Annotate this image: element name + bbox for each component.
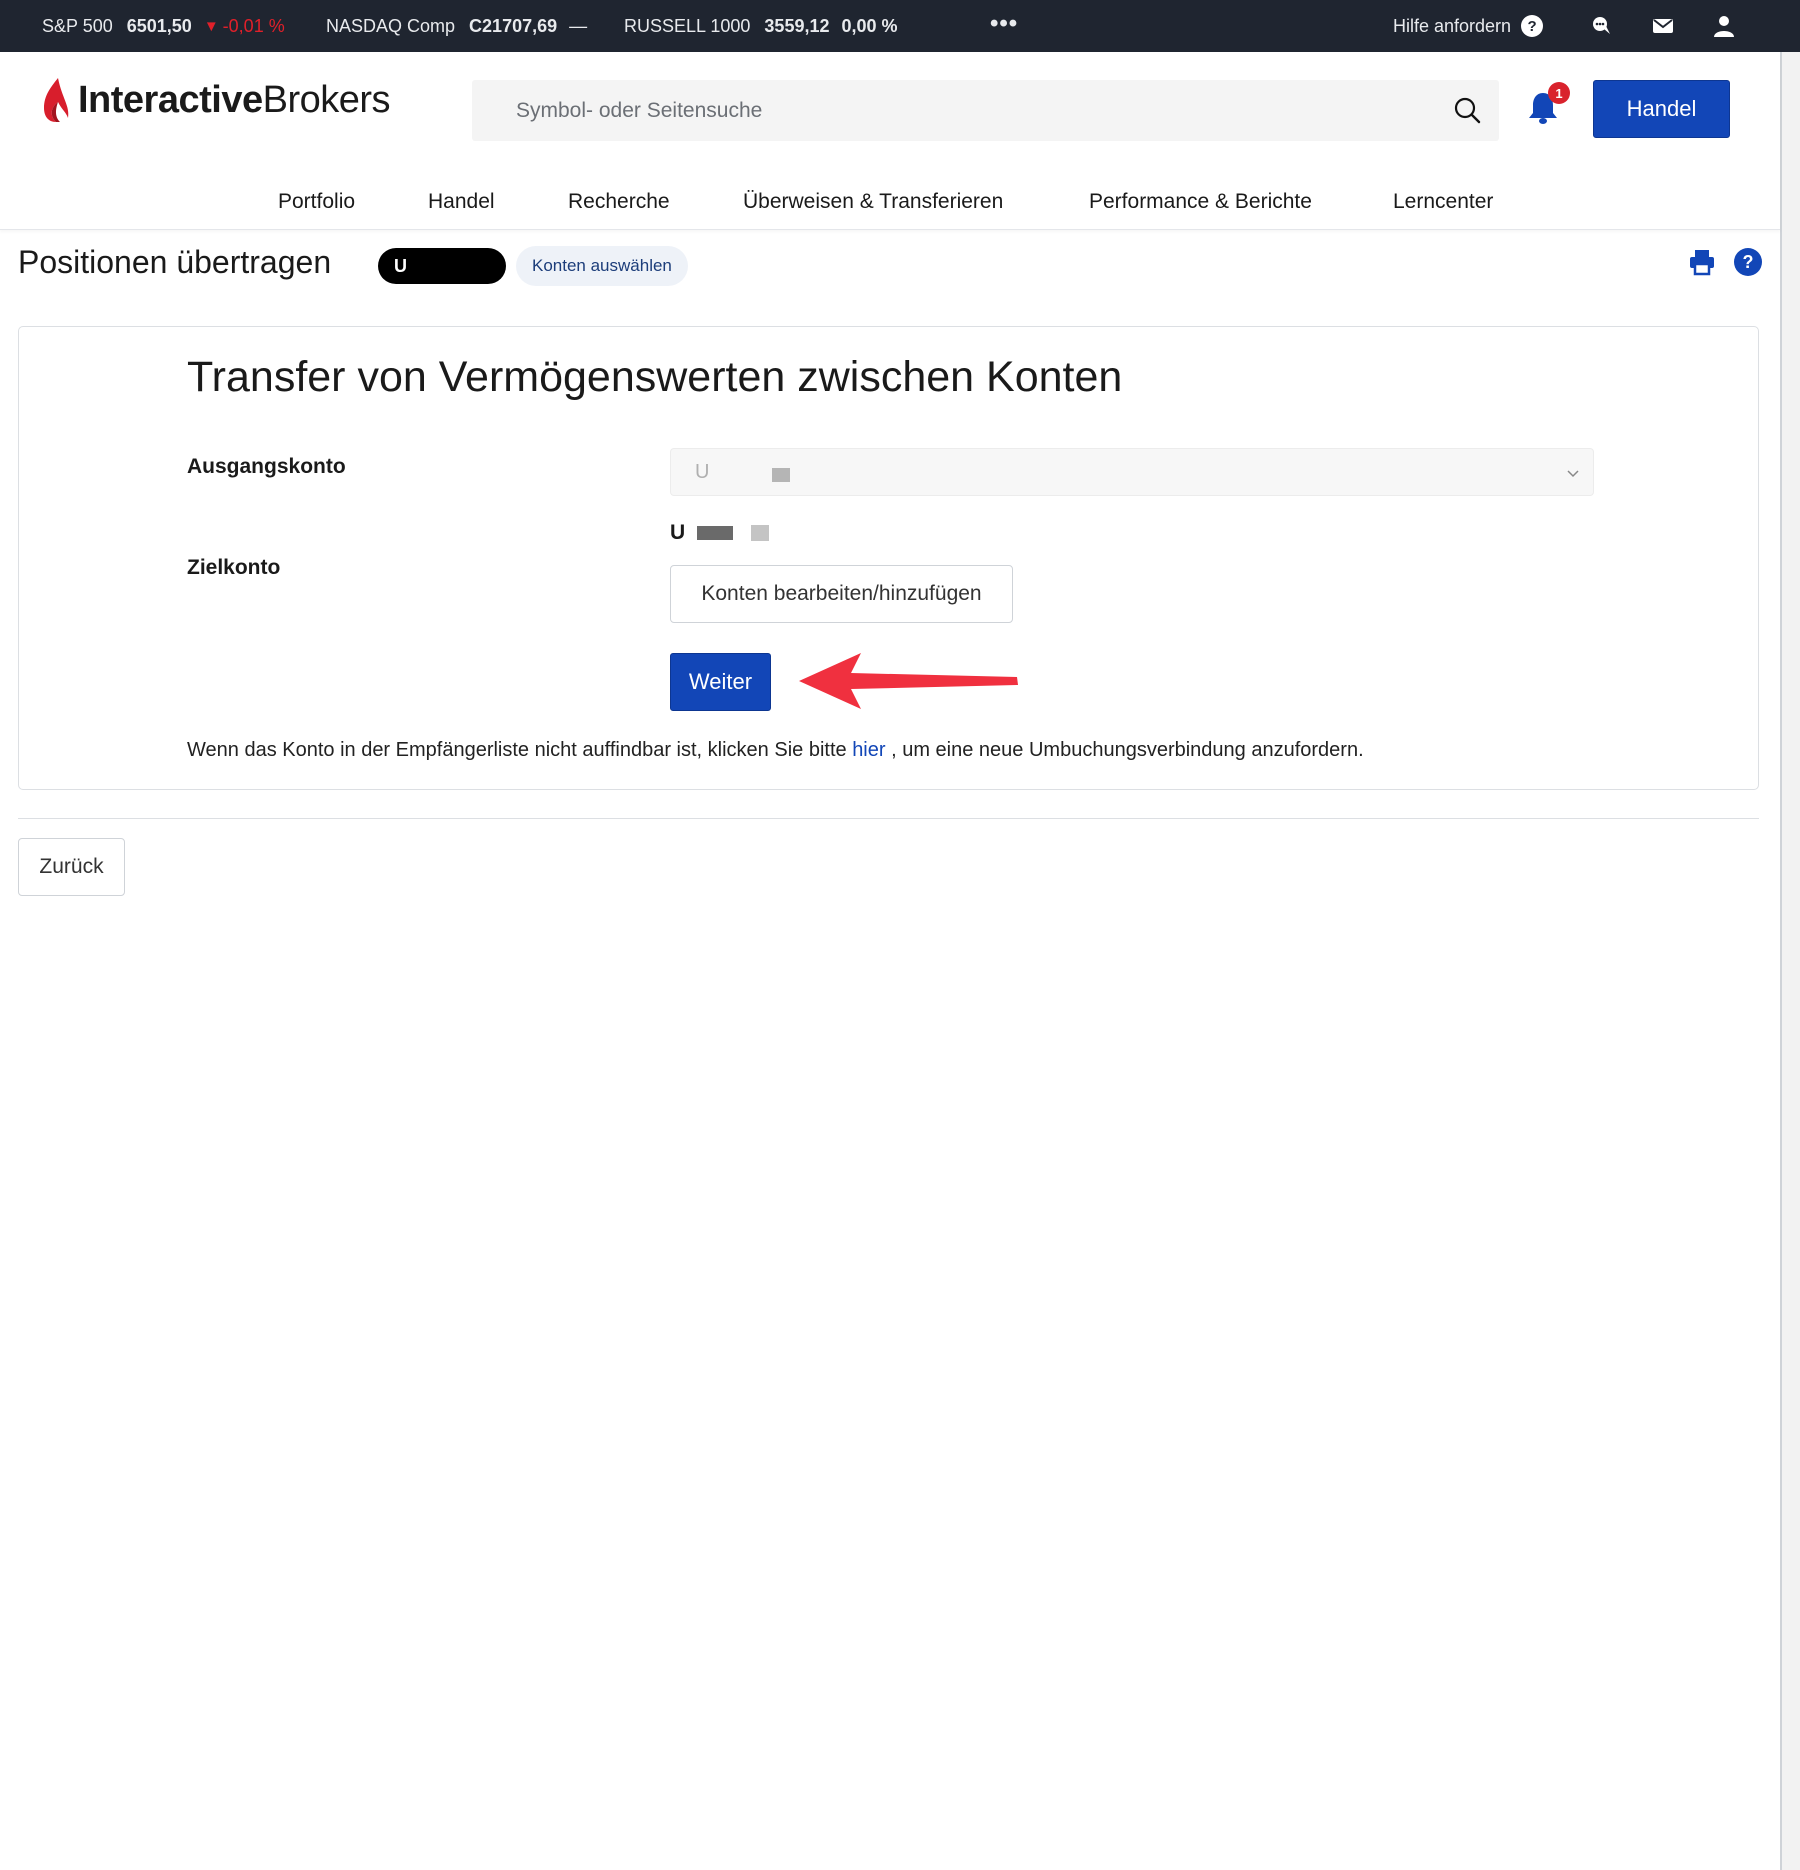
redacted-block xyxy=(772,468,790,482)
to-account-entry[interactable]: U xyxy=(670,521,770,545)
print-icon[interactable] xyxy=(1688,248,1716,281)
nav-handel[interactable]: Handel xyxy=(428,190,495,214)
redacted-block xyxy=(697,526,734,540)
ticker-change: — xyxy=(569,15,588,36)
help-request-link[interactable]: Hilfe anfordern ? xyxy=(1393,15,1544,37)
mail-icon[interactable] xyxy=(1649,12,1677,40)
back-button[interactable]: Zurück xyxy=(18,838,125,896)
logo-text: InteractiveBrokers xyxy=(78,78,391,121)
site-header: InteractiveBrokers 1 Handel Portfolio Ha… xyxy=(0,52,1780,230)
chat-icon[interactable] xyxy=(1588,12,1616,40)
ticker-name: S&P 500 xyxy=(42,15,113,36)
nav-lerncenter[interactable]: Lerncenter xyxy=(1393,190,1493,214)
select-accounts-button[interactable]: Konten auswählen xyxy=(516,246,688,286)
ib-flame-icon xyxy=(44,78,69,122)
from-account-value: U xyxy=(695,461,710,483)
ticker-value: 3559,12 xyxy=(764,15,830,36)
more-tickers-icon[interactable]: ••• xyxy=(990,10,1018,38)
ticker-value: 6501,50 xyxy=(126,15,192,36)
notifications-button[interactable]: 1 xyxy=(1526,82,1570,131)
to-account-label: Zielkonto xyxy=(187,556,281,579)
ticker-value: C21707,69 xyxy=(469,15,558,36)
redacted-block xyxy=(751,525,770,541)
interactive-brokers-logo[interactable]: InteractiveBrokers xyxy=(40,76,391,124)
nav-performance-berichte[interactable]: Performance & Berichte xyxy=(1089,190,1312,214)
page-title: Positionen übertragen xyxy=(18,244,332,280)
notification-badge: 1 xyxy=(1548,82,1570,104)
search-input[interactable] xyxy=(472,80,1499,141)
account-pill[interactable]: U xyxy=(378,248,506,284)
search-bar[interactable] xyxy=(472,80,1499,141)
ticker-name: NASDAQ Comp xyxy=(326,15,456,36)
triangle-down-icon: ▼ xyxy=(203,17,219,35)
main-nav: Portfolio Handel Recherche Überweisen & … xyxy=(0,182,1780,228)
question-circle-icon: ? xyxy=(1521,15,1544,37)
window-edge-top xyxy=(1778,0,1800,52)
ticker-name: RUSSELL 1000 xyxy=(624,15,751,36)
from-account-select[interactable]: U xyxy=(670,448,1594,496)
window-edge xyxy=(1780,0,1800,1870)
ticker-change: 0,00 % xyxy=(841,15,898,36)
trade-button[interactable]: Handel xyxy=(1593,80,1730,138)
ticker-russell[interactable]: RUSSELL 1000 3559,12 0,00 % xyxy=(624,16,898,37)
transfer-card: Transfer von Vermögenswerten zwischen Ko… xyxy=(18,326,1759,790)
nav-ueberweisen-transferieren[interactable]: Überweisen & Transferieren xyxy=(743,190,1003,214)
next-button[interactable]: Weiter xyxy=(670,653,771,711)
annotation-arrow xyxy=(799,653,1018,709)
ticker-change: -0,01 % xyxy=(222,15,285,36)
page-title-row: Positionen übertragen U Konten auswählen… xyxy=(18,240,1768,290)
edit-add-accounts-button[interactable]: Konten bearbeiten/hinzufügen xyxy=(670,565,1013,623)
search-icon[interactable] xyxy=(1453,96,1481,124)
recipient-note: Wenn das Konto in der Empfängerliste nic… xyxy=(187,739,1364,761)
help-icon[interactable]: ? xyxy=(1734,248,1762,276)
ticker-sp500[interactable]: S&P 500 6501,50 ▼ -0,01 % xyxy=(42,16,285,37)
to-account-value: U xyxy=(670,521,686,544)
chevron-down-icon xyxy=(1567,470,1579,478)
ticker-nasdaq[interactable]: NASDAQ Comp C21707,69 — xyxy=(326,16,587,37)
help-request-label: Hilfe anfordern xyxy=(1393,15,1512,36)
request-link[interactable]: hier xyxy=(852,739,885,761)
user-icon[interactable] xyxy=(1710,12,1738,40)
nav-recherche[interactable]: Recherche xyxy=(568,190,670,214)
transfer-heading: Transfer von Vermögenswerten zwischen Ko… xyxy=(187,353,1123,401)
nav-portfolio[interactable]: Portfolio xyxy=(278,190,355,214)
divider xyxy=(18,818,1759,819)
from-account-label: Ausgangskonto xyxy=(187,455,346,478)
ticker-bar: S&P 500 6501,50 ▼ -0,01 % NASDAQ Comp C2… xyxy=(0,0,1780,52)
